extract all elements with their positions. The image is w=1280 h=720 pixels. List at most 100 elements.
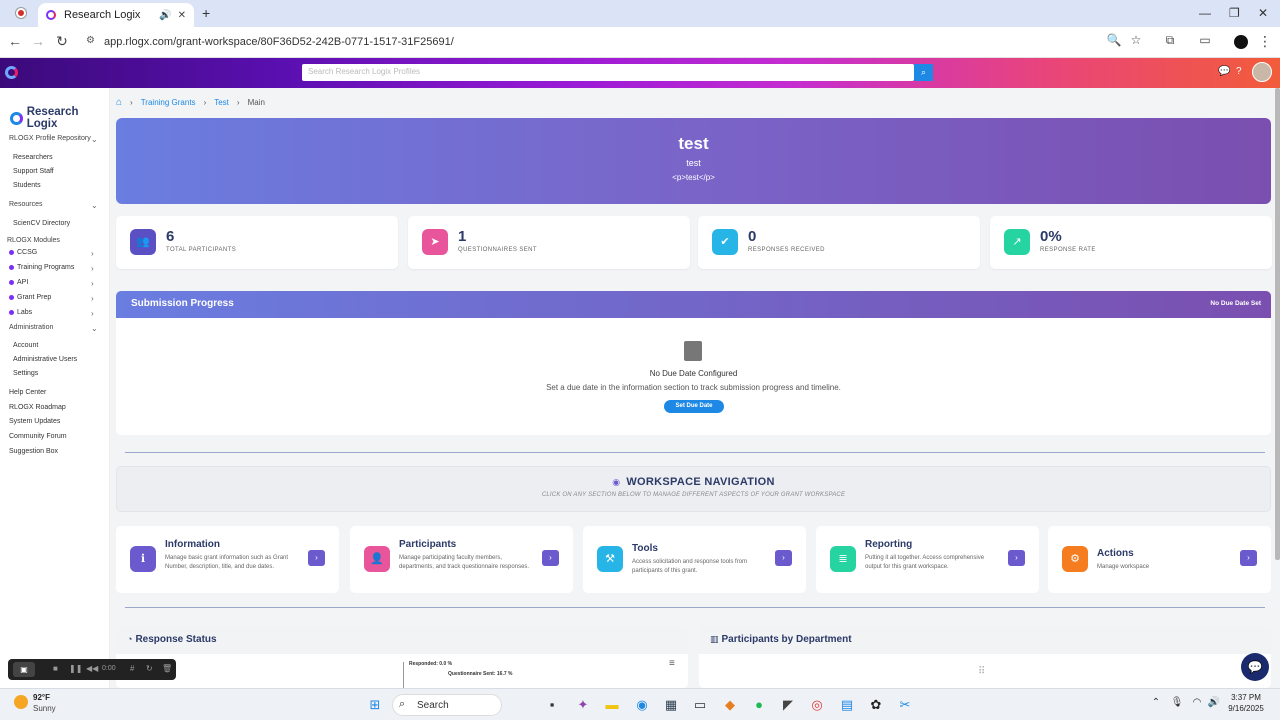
set-due-date-button[interactable]: Set Due Date	[664, 400, 724, 413]
taskbar-search-field[interactable]: ⌕ Search	[392, 694, 502, 716]
weather-sun-icon	[14, 695, 28, 709]
arrow-right-icon[interactable]: ›	[775, 550, 792, 566]
arrow-right-icon[interactable]: ›	[308, 550, 325, 566]
url-field[interactable]: ⚙ app.rlogx.com/grant-workspace/80F36D52…	[80, 30, 1160, 54]
sidebar-item-suggestion-box[interactable]: Suggestion Box	[9, 448, 58, 455]
clock-date[interactable]: 9/16/2025	[1226, 704, 1266, 713]
pie-chart-icon: ◔	[127, 634, 133, 644]
bookmark-star-icon[interactable]: ☆	[1127, 33, 1145, 47]
sidebar-item-researchers[interactable]: Researchers	[13, 154, 53, 161]
arrow-right-icon[interactable]: ›	[542, 550, 559, 566]
wifi-icon[interactable]: ◠	[1188, 697, 1206, 708]
sidebar-item-grant-prep[interactable]: Grant Prep ›	[9, 294, 94, 303]
breadcrumb-test[interactable]: Test	[214, 98, 229, 107]
panel-title: Submission Progress	[131, 298, 234, 309]
spotify-icon[interactable]: ●	[750, 697, 768, 712]
browser-tab[interactable]: Research Logix 🔊 ✕	[38, 3, 194, 27]
back-button[interactable]: ←	[6, 33, 24, 49]
sidebar-item-training-programs[interactable]: Training Programs ›	[9, 264, 94, 273]
notepad-icon[interactable]: ▤	[838, 697, 856, 713]
sidebar-item-system-updates[interactable]: System Updates	[9, 418, 60, 425]
sidebar-item-admin-users[interactable]: Administrative Users	[13, 356, 77, 363]
sidebar-item-ccsg[interactable]: CCSG ›	[9, 249, 94, 258]
nav-card-tools[interactable]: ⚒ Tools Access solicitation and response…	[583, 526, 806, 593]
nav-card-actions[interactable]: ⚙ Actions Manage workspace ›	[1048, 526, 1271, 593]
sidebar-item-help-center[interactable]: Help Center	[9, 389, 46, 396]
breadcrumb-training-grants[interactable]: Training Grants	[141, 98, 196, 107]
arrow-right-icon[interactable]: ›	[1240, 550, 1257, 566]
store-icon[interactable]: ▦	[662, 697, 680, 713]
app-icon[interactable]: ◆	[721, 697, 739, 713]
site-info-icon[interactable]: ⚙	[86, 35, 95, 46]
rewind-icon[interactable]: ◀◀	[86, 664, 98, 673]
sidebar-item-account[interactable]: Account	[13, 342, 38, 349]
chart-menu-icon[interactable]: ≡	[669, 658, 675, 669]
microphone-icon[interactable]: 🎙	[1168, 697, 1186, 708]
sidebar-section-repository[interactable]: RLOGX Profile Repository ⌄	[9, 135, 98, 144]
profile-avatar[interactable]	[1234, 35, 1248, 49]
messages-icon[interactable]: 💬	[1218, 66, 1230, 77]
chrome-icon[interactable]: ◎	[808, 697, 826, 713]
zoom-icon[interactable]: 🔍	[1105, 33, 1123, 47]
profile-search-input[interactable]: Search Research Logix Profiles	[302, 64, 914, 81]
submission-progress-panel: Submission Progress No Due Date Set No D…	[116, 291, 1271, 435]
browser-menu-icon[interactable]: ⋮	[1256, 33, 1274, 50]
arrow-right-icon[interactable]: ›	[1008, 550, 1025, 566]
card-description: Access solicitation and response tools f…	[632, 559, 748, 574]
sidebar-item-labs[interactable]: Labs ›	[9, 309, 94, 318]
sidebar-item-roadmap[interactable]: RLOGX Roadmap	[9, 404, 66, 411]
chatgpt-icon[interactable]: ✿	[867, 697, 885, 713]
pause-icon[interactable]: ❚❚	[69, 664, 82, 673]
nav-card-reporting[interactable]: ≣ Reporting Putting it all together. Acc…	[816, 526, 1039, 593]
snipping-tool-icon[interactable]: ✂	[896, 697, 914, 713]
search-button[interactable]: ⌕	[914, 64, 933, 81]
module-label: Labs	[17, 309, 33, 316]
sidebar-item-api[interactable]: API ›	[9, 279, 94, 288]
participants-by-department-panel: ▥ Participants by Department ⠿	[699, 626, 1271, 688]
restore-button[interactable]: ❐	[1229, 6, 1240, 20]
stop-icon[interactable]: ■	[53, 664, 58, 673]
sidebar-item-settings[interactable]: Settings	[13, 370, 38, 377]
user-avatar[interactable]	[1252, 62, 1272, 82]
cast-icon[interactable]: ▭	[1196, 33, 1214, 47]
file-explorer-icon[interactable]: ▬	[603, 697, 621, 712]
grid-icon[interactable]: #	[130, 664, 134, 673]
nav-card-information[interactable]: ℹ Information Manage basic grant informa…	[116, 526, 339, 593]
volume-icon[interactable]: 🔊	[1205, 697, 1223, 708]
notes-icon[interactable]: ◤	[779, 697, 797, 713]
speaker-icon[interactable]: 🔊	[159, 10, 171, 21]
windows-start-icon[interactable]: ⊞	[366, 697, 384, 713]
redo-icon[interactable]: ↻	[146, 664, 153, 673]
sidebar-item-students[interactable]: Students	[13, 182, 41, 189]
sidebar-item-support-staff[interactable]: Support Staff	[13, 168, 54, 175]
copilot-icon[interactable]: ✦	[574, 697, 592, 713]
camera-icon[interactable]: ▣	[13, 662, 35, 677]
nav-card-participants[interactable]: 👤 Participants Manage participating facu…	[350, 526, 573, 593]
clock-time[interactable]: 3:37 PM	[1226, 693, 1266, 702]
sidebar-item-community-forum[interactable]: Community Forum	[9, 433, 67, 440]
task-view-icon[interactable]: ▪	[543, 697, 561, 712]
new-tab-button[interactable]: +	[202, 5, 210, 21]
terminal-icon[interactable]: ▭	[691, 697, 709, 713]
close-tab-icon[interactable]: ✕	[178, 10, 186, 21]
page-scrollbar[interactable]	[1275, 88, 1280, 560]
reload-button[interactable]: ↻	[53, 33, 71, 50]
close-window-button[interactable]: ✕	[1258, 6, 1268, 20]
sidebar-section-administration[interactable]: Administration ⌄	[9, 324, 98, 333]
app-logo-icon[interactable]	[5, 66, 18, 79]
sidebar-section-resources[interactable]: Resources ⌄	[9, 201, 98, 210]
check-badge-icon: ✔	[712, 229, 738, 255]
chevron-right-icon: ›	[91, 294, 94, 303]
trash-icon[interactable]: 🗑	[162, 664, 172, 673]
tray-overflow-icon[interactable]: ⌃	[1147, 697, 1165, 708]
help-icon[interactable]: ?	[1236, 66, 1242, 77]
chat-support-icon[interactable]: 💬	[1241, 653, 1269, 681]
forward-button[interactable]: →	[29, 33, 47, 49]
extensions-icon[interactable]: ⧉	[1161, 33, 1179, 48]
minimize-button[interactable]: —	[1199, 6, 1211, 20]
sidebar-item-sciencv[interactable]: ScienCV Directory	[13, 220, 70, 227]
sidebar-logo[interactable]: Research Logix	[10, 106, 109, 130]
stat-value: 1	[458, 228, 467, 245]
edge-icon[interactable]: ◉	[633, 697, 651, 713]
home-icon[interactable]: ⌂	[116, 97, 122, 108]
